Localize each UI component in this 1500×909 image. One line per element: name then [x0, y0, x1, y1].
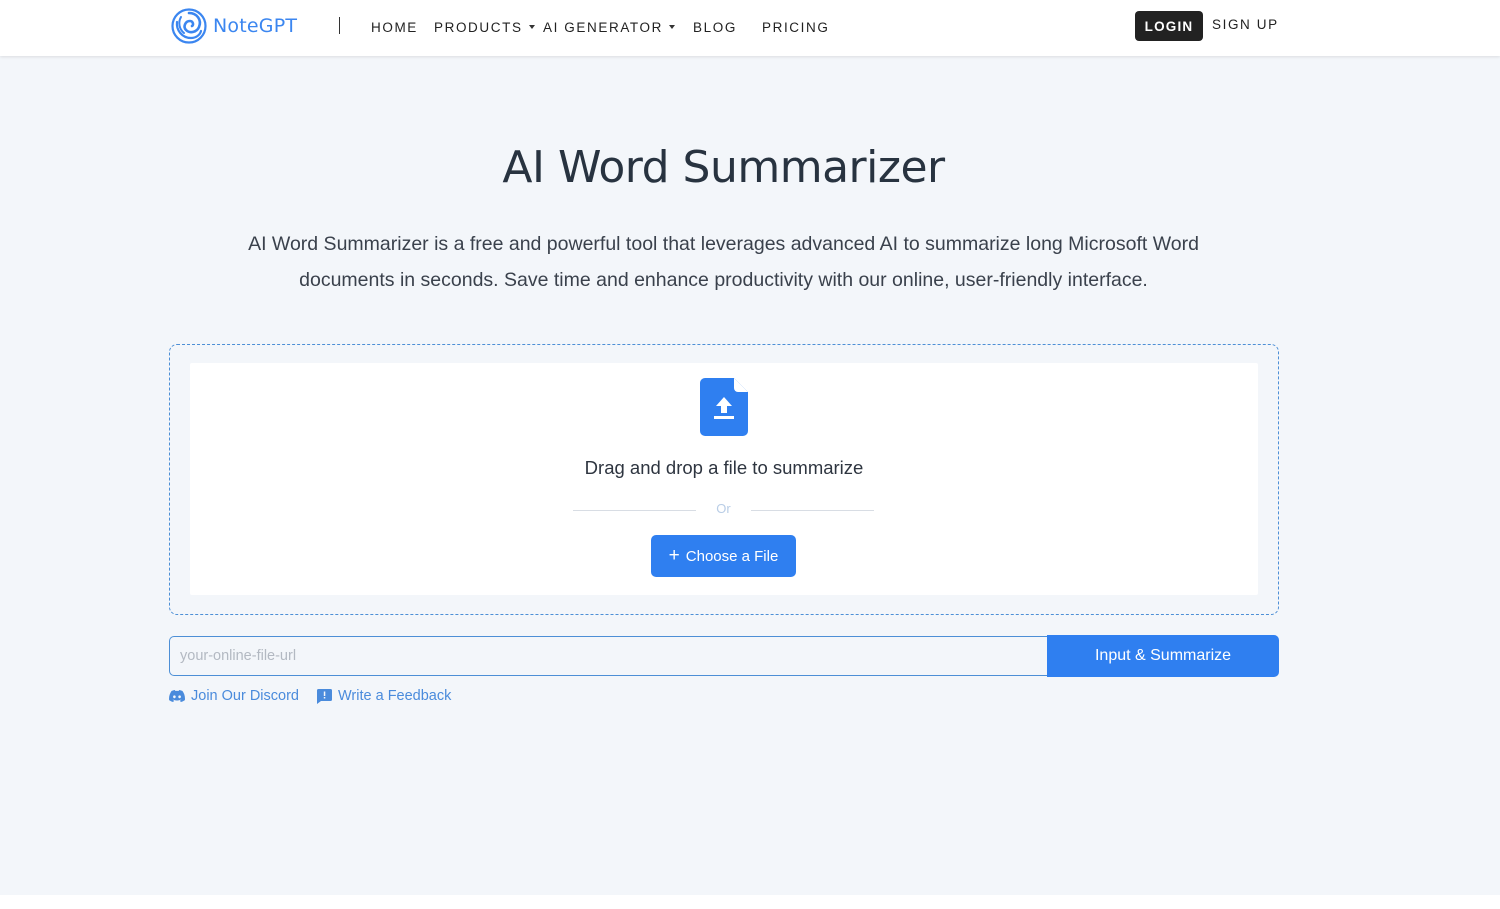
login-button[interactable]: LOGIN — [1135, 11, 1203, 41]
write-feedback-label: Write a Feedback — [338, 688, 452, 704]
join-discord-link[interactable]: Join Our Discord — [169, 686, 299, 706]
caret-down-icon — [668, 25, 675, 29]
or-divider-left — [573, 510, 696, 511]
input-summarize-button[interactable]: Input & Summarize — [1047, 635, 1279, 677]
page-footer-edge — [0, 895, 1500, 909]
or-divider-text: Or — [716, 501, 731, 516]
discord-icon — [169, 690, 185, 702]
drag-drop-text: Drag and drop a file to summarize — [584, 457, 864, 478]
write-feedback-link[interactable]: Write a Feedback — [317, 686, 451, 706]
notegpt-logo[interactable]: NoteGPT — [171, 8, 297, 44]
upload-dropzone[interactable]: Drag and drop a file to summarize Or + C… — [169, 344, 1279, 615]
nav-ai-generator-label: AI GENERATOR — [543, 19, 663, 35]
logo-text: NoteGPT — [213, 15, 298, 37]
file-url-input[interactable] — [169, 636, 1049, 676]
caret-down-icon — [528, 25, 535, 29]
file-upload-icon[interactable] — [700, 378, 748, 436]
join-discord-label: Join Our Discord — [191, 688, 299, 704]
nav-products-label: PRODUCTS — [434, 19, 523, 35]
nav-blog[interactable]: BLOG — [693, 17, 737, 37]
nav-ai-generator[interactable]: AI GENERATOR — [543, 17, 675, 37]
page-description: AI Word Summarizer is a free and powerfu… — [248, 233, 1199, 291]
choose-file-button[interactable]: + Choose a File — [651, 535, 796, 577]
nav-pricing-label: PRICING — [762, 19, 830, 35]
or-divider-right — [751, 510, 874, 511]
signup-button[interactable]: SIGN UP — [1212, 17, 1279, 37]
page-title: AI Word Summarizer — [502, 142, 945, 193]
choose-file-label: Choose a File — [685, 547, 779, 565]
notegpt-swirl-icon — [171, 8, 207, 44]
upload-panel[interactable]: Drag and drop a file to summarize Or + C… — [190, 363, 1258, 595]
nav-pricing[interactable]: PRICING — [762, 17, 829, 37]
nav-products[interactable]: PRODUCTS — [434, 17, 535, 37]
nav-blog-label: BLOG — [693, 19, 737, 35]
plus-icon: + — [668, 544, 680, 566]
nav-divider — [339, 17, 340, 34]
feedback-icon — [317, 688, 332, 704]
nav-home[interactable]: HOME — [371, 17, 418, 37]
nav-home-label: HOME — [371, 19, 418, 35]
top-navbar: NoteGPT HOME PRODUCTS AI GENERATOR BLOG … — [0, 0, 1500, 56]
